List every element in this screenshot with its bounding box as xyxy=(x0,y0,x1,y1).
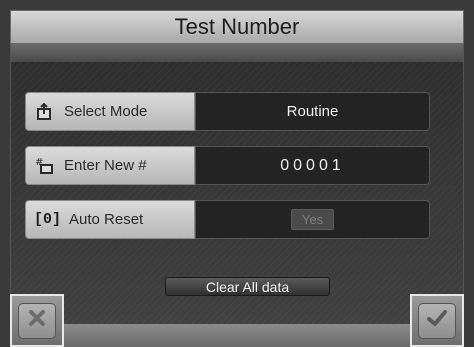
select-mode-icon xyxy=(34,102,56,122)
auto-reset-value[interactable]: Yes xyxy=(195,200,430,239)
checkmark-icon xyxy=(426,308,448,333)
test-number-field[interactable]: 00001 xyxy=(195,146,430,185)
enter-new-row: # Enter New # 00001 xyxy=(25,146,430,185)
page-title: Test Number xyxy=(174,14,300,39)
auto-reset-button[interactable]: [0] Auto Reset xyxy=(25,200,195,239)
select-mode-value[interactable]: Routine xyxy=(195,92,430,131)
select-mode-button[interactable]: Select Mode xyxy=(25,92,195,131)
cancel-button[interactable] xyxy=(10,294,64,347)
auto-reset-yes-toggle[interactable]: Yes xyxy=(290,209,335,230)
confirm-button[interactable] xyxy=(410,294,464,347)
bottom-bar xyxy=(10,324,464,347)
hash-edit-icon: # xyxy=(34,156,56,176)
enter-new-label: Enter New # xyxy=(64,157,147,174)
select-mode-value-text: Routine xyxy=(286,103,339,120)
close-icon xyxy=(27,308,47,333)
clear-all-data-button[interactable]: Clear All data xyxy=(165,277,330,296)
select-mode-label: Select Mode xyxy=(64,103,148,120)
panel-top-strip xyxy=(11,44,463,62)
test-number-value: 00001 xyxy=(280,156,345,174)
auto-reset-label: Auto Reset xyxy=(69,211,144,228)
title-bar: Test Number xyxy=(10,10,464,44)
auto-reset-prefix: [0] xyxy=(34,211,62,228)
select-mode-row: Select Mode Routine xyxy=(25,92,430,131)
auto-reset-row: [0] Auto Reset Yes xyxy=(25,200,430,239)
enter-new-button[interactable]: # Enter New # xyxy=(25,146,195,185)
